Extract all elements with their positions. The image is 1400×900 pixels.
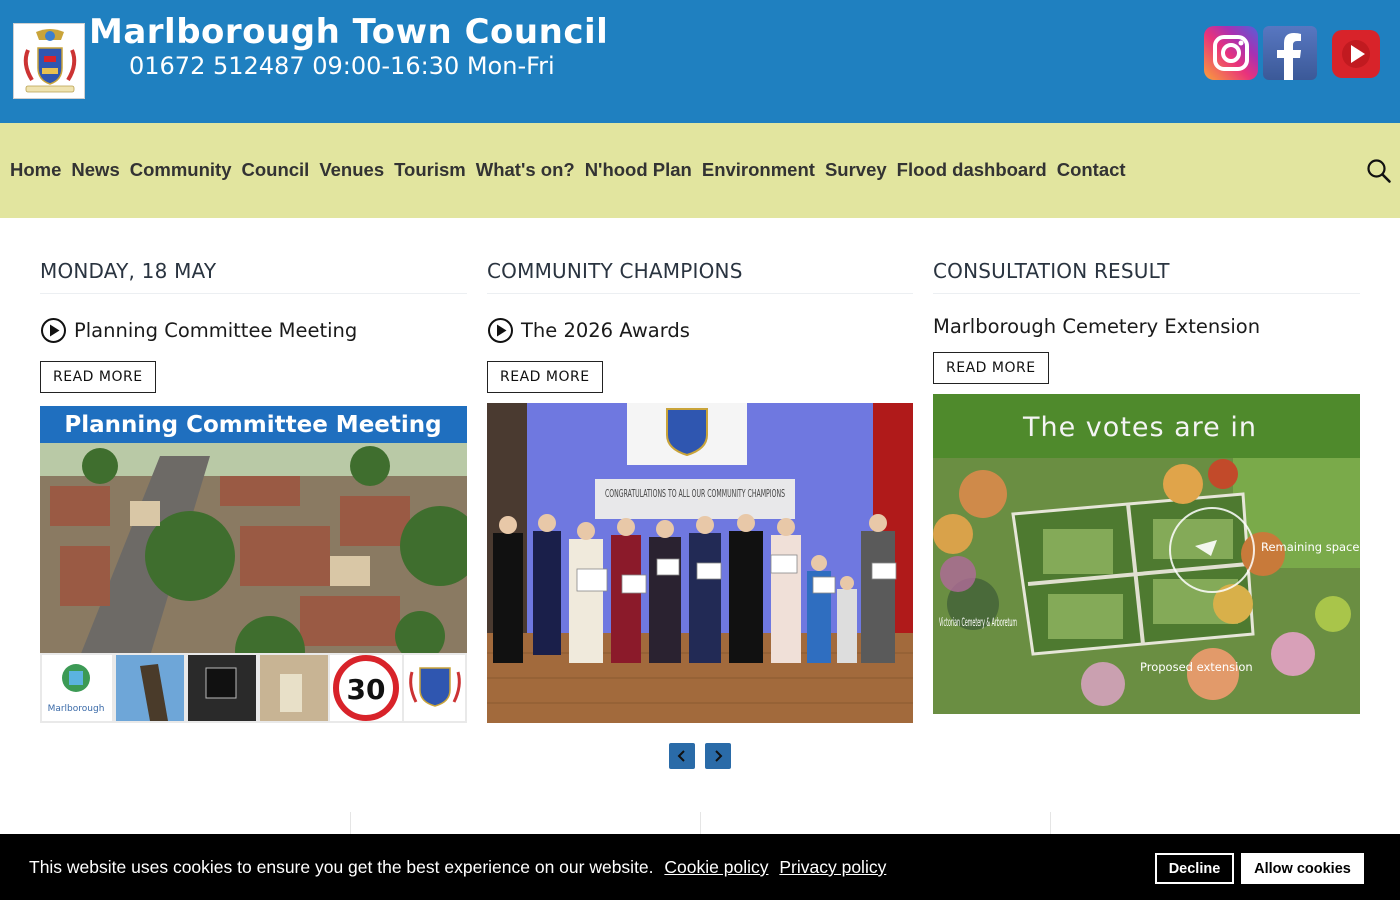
divider (700, 812, 701, 836)
nav-item-home[interactable]: Home (10, 159, 61, 181)
cookie-message: This website uses cookies to ensure you … (29, 857, 886, 878)
remaining-space-label: Remaining space (1261, 540, 1359, 554)
facebook-icon[interactable] (1263, 26, 1317, 80)
search-icon[interactable] (1366, 158, 1392, 184)
banner-text: The votes are in (1022, 412, 1257, 443)
proposed-extension-label: Proposed extension (1140, 660, 1253, 674)
carousel-prev-button[interactable] (669, 743, 695, 769)
nav-item-whats-on[interactable]: What's on? (476, 159, 575, 181)
speed-sign-text: 30 (347, 673, 386, 706)
nav-item-contact[interactable]: Contact (1057, 159, 1126, 181)
item-title-text: The 2026 Awards (521, 319, 690, 342)
carousel-next-button[interactable] (705, 743, 731, 769)
banner-text: Planning Committee Meeting (64, 412, 441, 438)
nav-item-tourism[interactable]: Tourism (394, 159, 466, 181)
read-more-button[interactable]: READ MORE (933, 352, 1049, 384)
planning-meeting-image[interactable]: Planning Committee Meeting Marlborough 3… (40, 406, 467, 723)
news-column-planning: MONDAY, 18 MAY Planning Committee Meetin… (40, 240, 467, 723)
screen-text: CONGRATULATIONS TO ALL OUR COMMUNITY CHA… (605, 488, 785, 500)
chevron-right-icon (712, 747, 724, 766)
read-more-button[interactable]: READ MORE (40, 361, 156, 393)
cemetery-extension-image[interactable]: The votes are in Remaining space Victori… (933, 394, 1360, 714)
nav-item-survey[interactable]: Survey (825, 159, 887, 181)
council-crest-logo[interactable] (13, 23, 85, 99)
allow-cookies-button[interactable]: Allow cookies (1241, 853, 1364, 884)
divider (1050, 812, 1051, 836)
read-more-button[interactable]: READ MORE (487, 361, 603, 393)
nav-item-environment[interactable]: Environment (702, 159, 815, 181)
community-champions-image[interactable]: CONGRATULATIONS TO ALL OUR COMMUNITY CHA… (487, 403, 913, 723)
instagram-icon[interactable] (1204, 26, 1258, 80)
victorian-cemetery-label: Victorian Cemetery & Arboretum (939, 615, 1017, 629)
column-heading: CONSULTATION RESULT (933, 240, 1360, 294)
play-circle-icon (487, 317, 514, 344)
cookie-message-text: This website uses cookies to ensure you … (29, 857, 654, 877)
item-title[interactable]: The 2026 Awards (487, 317, 690, 344)
nav-item-venues[interactable]: Venues (319, 159, 384, 181)
column-heading: MONDAY, 18 MAY (40, 240, 467, 294)
divider (350, 812, 351, 836)
news-column-consultation: CONSULTATION RESULT Marlborough Cemetery… (933, 240, 1360, 714)
np-logo-text: Marlborough (48, 704, 105, 714)
item-title-text: Planning Committee Meeting (74, 319, 358, 342)
privacy-policy-link[interactable]: Privacy policy (779, 857, 886, 877)
chevron-left-icon (676, 747, 688, 766)
play-circle-icon (40, 317, 67, 344)
site-header: Marlborough Town Council 01672 512487 09… (0, 0, 1400, 123)
cookie-banner: This website uses cookies to ensure you … (0, 834, 1400, 900)
nav-item-council[interactable]: Council (241, 159, 309, 181)
news-column-champions: COMMUNITY CHAMPIONS The 2026 Awards READ… (487, 240, 913, 723)
nav-item-flood-dashboard[interactable]: Flood dashboard (897, 159, 1047, 181)
nav-item-community[interactable]: Community (130, 159, 232, 181)
site-phone: 01672 512487 09:00-16:30 Mon-Fri (129, 52, 555, 80)
youtube-icon[interactable] (1332, 30, 1380, 78)
column-heading: COMMUNITY CHAMPIONS (487, 240, 913, 294)
nav-item-news[interactable]: News (71, 159, 119, 181)
item-title[interactable]: Marlborough Cemetery Extension (933, 315, 1260, 338)
nav-item-nhood-plan[interactable]: N'hood Plan (585, 159, 692, 181)
item-title-text: Marlborough Cemetery Extension (933, 315, 1261, 338)
cookie-policy-link[interactable]: Cookie policy (664, 857, 768, 877)
decline-cookies-button[interactable]: Decline (1155, 853, 1234, 884)
site-title[interactable]: Marlborough Town Council (89, 12, 608, 52)
main-navigation: Home News Community Council Venues Touri… (0, 123, 1400, 218)
item-title[interactable]: Planning Committee Meeting (40, 317, 357, 344)
nav-menu: Home News Community Council Venues Touri… (10, 159, 1126, 181)
